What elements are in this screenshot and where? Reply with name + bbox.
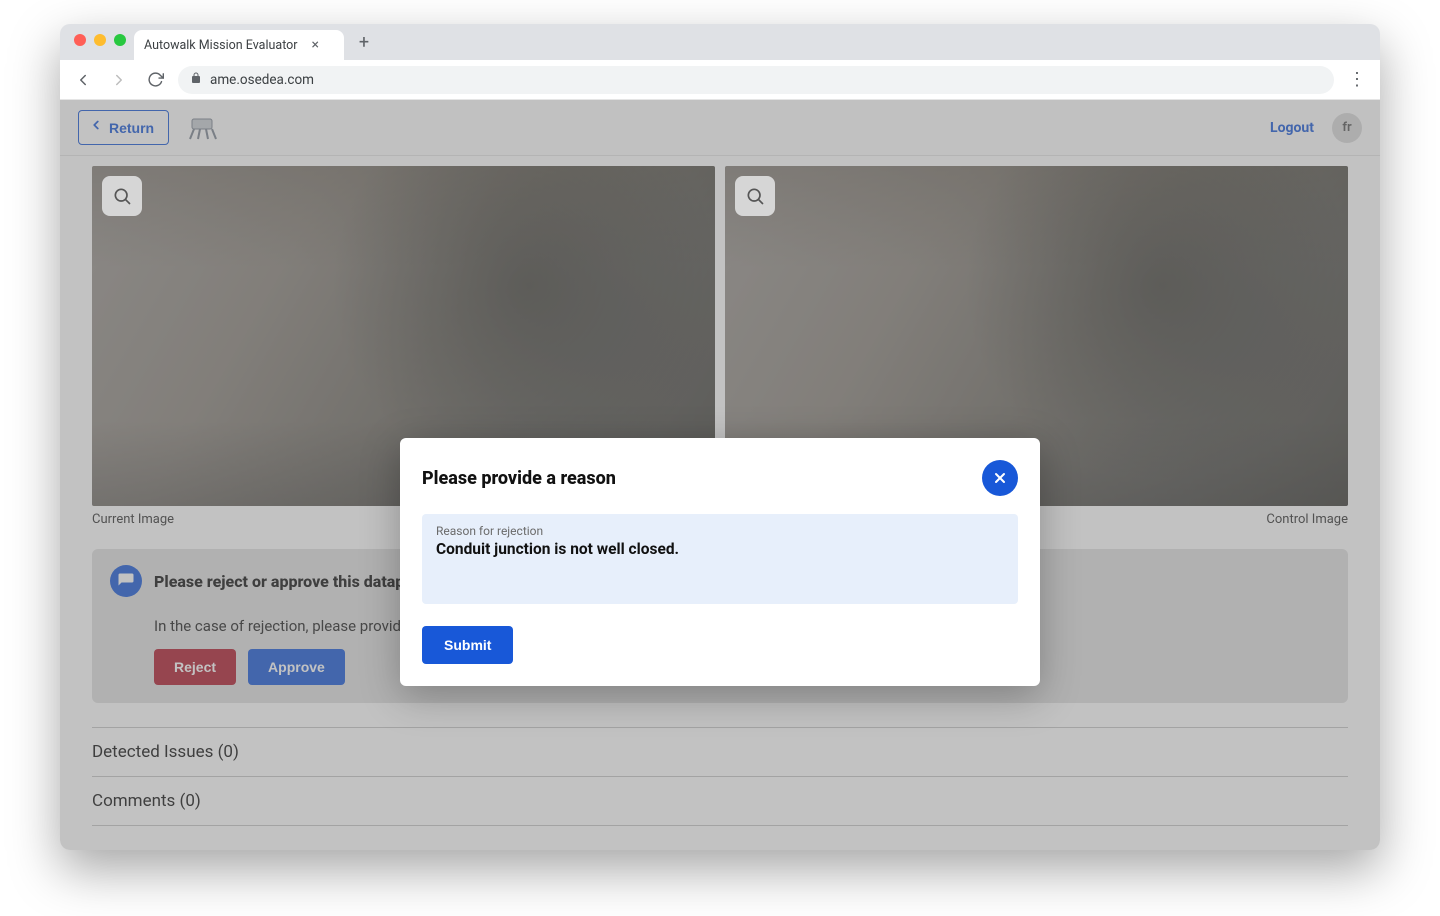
- url-text: ame.osedea.com: [210, 72, 314, 88]
- window-controls: [68, 34, 134, 50]
- new-tab-button[interactable]: +: [350, 28, 378, 56]
- window-minimize-icon[interactable]: [94, 34, 106, 46]
- browser-window: Autowalk Mission Evaluator × + ame.osede…: [60, 24, 1380, 850]
- textarea-label: Reason for rejection: [436, 524, 1004, 538]
- search-icon: [112, 186, 132, 206]
- zoom-button-left[interactable]: [102, 176, 142, 216]
- browser-tab-strip: Autowalk Mission Evaluator × +: [60, 24, 1380, 60]
- textarea-value: Conduit junction is not well closed.: [436, 540, 1004, 558]
- close-icon[interactable]: ×: [312, 37, 319, 53]
- zoom-button-right[interactable]: [735, 176, 775, 216]
- forward-button[interactable]: [106, 67, 132, 93]
- submit-button[interactable]: Submit: [422, 626, 513, 664]
- window-close-icon[interactable]: [74, 34, 86, 46]
- window-maximize-icon[interactable]: [114, 34, 126, 46]
- app-page: Return Logout fr: [60, 100, 1380, 850]
- browser-menu-button[interactable]: ⋮: [1344, 69, 1370, 90]
- reason-textarea[interactable]: Reason for rejection Conduit junction is…: [422, 514, 1018, 604]
- rejection-reason-modal: Please provide a reason Reason for rejec…: [400, 438, 1040, 686]
- tab-title: Autowalk Mission Evaluator: [144, 38, 298, 53]
- address-bar[interactable]: ame.osedea.com: [178, 66, 1334, 94]
- modal-close-button[interactable]: [982, 460, 1018, 496]
- browser-tab[interactable]: Autowalk Mission Evaluator ×: [134, 30, 344, 60]
- reload-button[interactable]: [142, 67, 168, 93]
- lock-icon: [190, 72, 202, 87]
- modal-title: Please provide a reason: [422, 468, 616, 489]
- close-icon: [992, 470, 1008, 486]
- modal-header: Please provide a reason: [422, 460, 1018, 496]
- browser-toolbar: ame.osedea.com ⋮: [60, 60, 1380, 100]
- back-button[interactable]: [70, 67, 96, 93]
- search-icon: [745, 186, 765, 206]
